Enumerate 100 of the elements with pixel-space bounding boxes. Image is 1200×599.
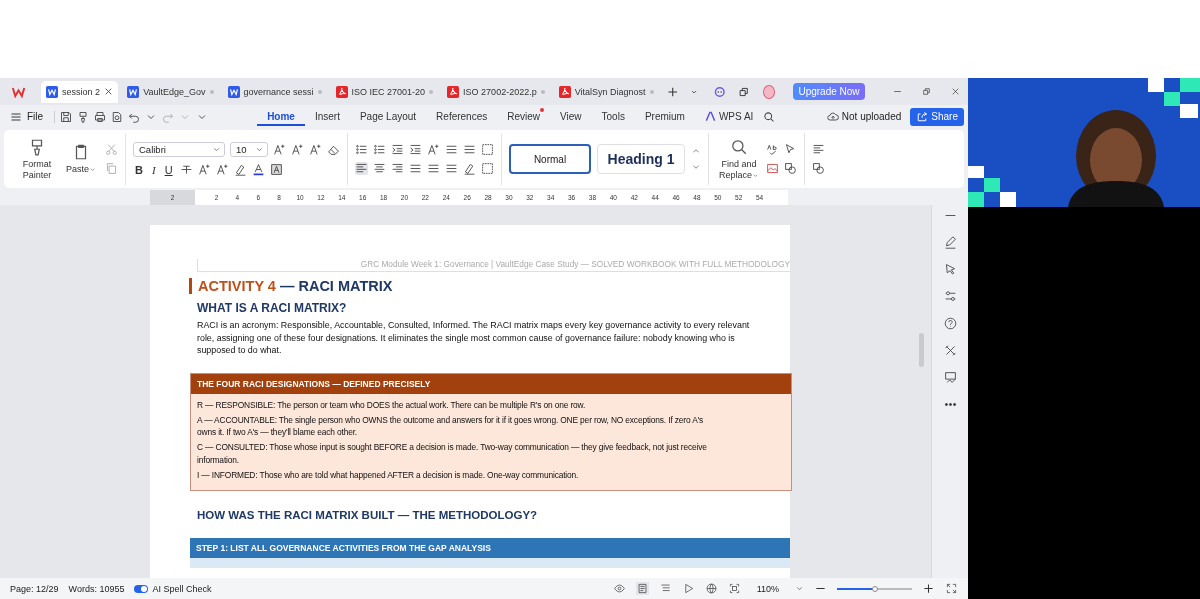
shapes-icon[interactable] xyxy=(812,162,825,175)
avatar[interactable] xyxy=(763,84,775,99)
ai-icon xyxy=(704,111,716,122)
close-icon[interactable] xyxy=(951,86,960,97)
running-header: GRC Module Week 1: Governance | VaultEdge Case Study — SOLVED WORKBOOK WITH FULL METHODOLOGY xyxy=(360,259,790,269)
document-tab[interactable]: governance sessi xyxy=(222,80,327,103)
ai-assistant-icon[interactable] xyxy=(714,84,726,99)
document-icon xyxy=(227,85,240,98)
image-icon[interactable] xyxy=(766,162,779,175)
format-button[interactable]: B xyxy=(133,163,145,176)
highlighter-icon[interactable] xyxy=(233,163,247,176)
toggle-switch[interactable] xyxy=(134,584,149,593)
justify-icon[interactable] xyxy=(409,162,422,175)
document-tab[interactable]: ISO IEC 27001-20 xyxy=(330,80,439,103)
paste-button[interactable]: Paste xyxy=(61,143,101,175)
style-option[interactable]: Normal xyxy=(509,144,591,174)
word-count[interactable]: Words: 10955 xyxy=(68,583,125,594)
upload-status[interactable]: Not uploaded xyxy=(826,110,902,123)
cursor-icon[interactable] xyxy=(943,263,957,276)
bullet-list-icon[interactable] xyxy=(355,143,368,156)
strikethrough-icon[interactable] xyxy=(179,163,193,176)
print-icon[interactable] xyxy=(94,110,107,123)
pdf-icon xyxy=(558,85,571,98)
zoom-in-icon[interactable] xyxy=(922,582,935,595)
document-tab[interactable]: VaultEdge_Gov xyxy=(122,80,219,103)
page-view-icon[interactable] xyxy=(635,582,649,595)
sliders-icon[interactable] xyxy=(943,290,957,303)
menu-tab[interactable]: Premium xyxy=(634,107,695,126)
zoom-dropdown[interactable]: 110% xyxy=(756,583,779,594)
pen-icon[interactable] xyxy=(943,236,957,249)
format-button[interactable]: I xyxy=(149,163,158,176)
document-icon xyxy=(127,85,140,98)
menu-tab[interactable]: Home xyxy=(257,107,305,126)
box-header: THE FOUR RACI DESIGNATIONS — DEFINED PRECISELY xyxy=(191,373,791,394)
menu-tab[interactable]: View xyxy=(550,107,592,126)
menu-tab[interactable]: Tools xyxy=(591,107,635,126)
search-icon xyxy=(730,138,748,157)
restore-icon[interactable] xyxy=(922,86,931,97)
definition-text: R — RESPONSIBLE: The person or team who DOES the actual work. There can be multiple R's on one row. xyxy=(197,398,587,411)
share-icon xyxy=(916,110,929,123)
chevron-icon[interactable] xyxy=(255,145,264,154)
document-tab[interactable]: session 2 xyxy=(41,80,119,103)
focus-mode-icon[interactable] xyxy=(727,582,741,595)
align-center-icon[interactable] xyxy=(373,162,386,175)
help-icon[interactable] xyxy=(943,317,957,330)
format-painter-button[interactable]: Format Painter xyxy=(17,138,57,180)
brush-icon[interactable] xyxy=(77,110,90,123)
section-heading: HOW WAS THE RACI MATRIX BUILT — THE METHODOLOGY? xyxy=(197,508,539,521)
numbered-list-icon[interactable] xyxy=(373,143,386,156)
page-count[interactable]: Page: 12/29 xyxy=(10,583,59,594)
font-size-increase-icon[interactable] xyxy=(273,143,286,156)
step-bar: STEP 1: LIST ALL GOVERNANCE ACTIVITIES FROM THE GAP ANALYSIS xyxy=(190,537,790,558)
font-size-dropdown[interactable]: 10 xyxy=(230,142,268,157)
document-tab[interactable]: ISO 27002-2022.p xyxy=(442,80,550,103)
menu-tab[interactable]: Insert xyxy=(304,107,350,126)
select-icon[interactable] xyxy=(784,143,797,156)
section-heading: WHAT IS A RACI MATRIX? xyxy=(197,301,348,315)
search-icon[interactable] xyxy=(763,110,776,123)
tools-icon[interactable] xyxy=(943,344,957,357)
borders-icon[interactable] xyxy=(481,162,494,175)
format-button[interactable]: U xyxy=(162,163,175,176)
spell-check-label: AI Spell Check xyxy=(152,583,212,594)
menu-tab[interactable]: References xyxy=(426,107,498,126)
definition-text: C — CONSULTED: Those whose input is sought BEFORE a decision is made. Two-way communication — they give feedback, not just receive information. xyxy=(197,441,708,466)
paragraph: RACI is an acronym: Responsible, Accountable, Consulted, Informed. The RACI matrix maps every key governance activity to every relevant role, assigning one of these four designations. It eliminates the single most common cause of governance failure: nobody knowing who is supposed to do what. xyxy=(197,319,751,357)
find-replace-button[interactable]: Find and Replace xyxy=(716,138,762,180)
upgrade-button[interactable]: Upgrade Now xyxy=(792,83,865,100)
text-layout-icon[interactable] xyxy=(812,143,825,156)
menu-tab[interactable]: Review xyxy=(497,107,551,126)
cloud-upload-icon xyxy=(826,110,839,123)
decrease-indent-icon[interactable] xyxy=(391,143,404,156)
spell-check-icon[interactable] xyxy=(766,143,779,156)
clear-format-icon[interactable] xyxy=(327,143,340,156)
increase-indent-icon[interactable] xyxy=(409,143,422,156)
fullscreen-icon[interactable] xyxy=(945,582,958,595)
definition-text: A — ACCOUNTABLE: The single person who OWNS the outcome and answers for it if it goes wrong. ONE per row, NO exceptions. If zero A's owns it. If two A's — they'll blame each other. xyxy=(197,413,705,439)
character-shading-icon[interactable] xyxy=(269,163,283,176)
font-color-icon[interactable] xyxy=(251,163,265,176)
pdf-icon xyxy=(447,85,460,98)
file-menu[interactable]: File xyxy=(27,111,44,122)
font-dropdown[interactable]: Calibri xyxy=(133,142,225,157)
menu-tab[interactable]: WPS AI xyxy=(694,107,764,126)
menu-tab[interactable]: Page Layout xyxy=(349,107,427,126)
paragraph-shading-icon[interactable] xyxy=(463,162,476,175)
close-icon[interactable] xyxy=(104,87,114,96)
zoom-slider[interactable] xyxy=(837,587,912,590)
print-preview-icon[interactable] xyxy=(111,110,124,123)
menu-icon[interactable] xyxy=(10,110,22,123)
document-icon xyxy=(46,85,59,98)
style-option[interactable]: Heading 1 xyxy=(597,144,685,174)
section-title: ACTIVITY 4 — RACI MATRIX xyxy=(189,278,790,294)
chevron-icon[interactable] xyxy=(795,584,804,593)
save-icon[interactable] xyxy=(60,110,73,123)
web-view-icon[interactable] xyxy=(704,582,718,595)
align-right-icon[interactable] xyxy=(391,162,404,175)
document-tab[interactable]: VitalSyn Diagnost xyxy=(553,80,659,103)
chevron-icon[interactable] xyxy=(212,145,221,154)
share-button[interactable]: Share xyxy=(910,107,964,126)
align-left-icon[interactable] xyxy=(355,162,368,175)
eye-icon[interactable] xyxy=(612,582,626,595)
